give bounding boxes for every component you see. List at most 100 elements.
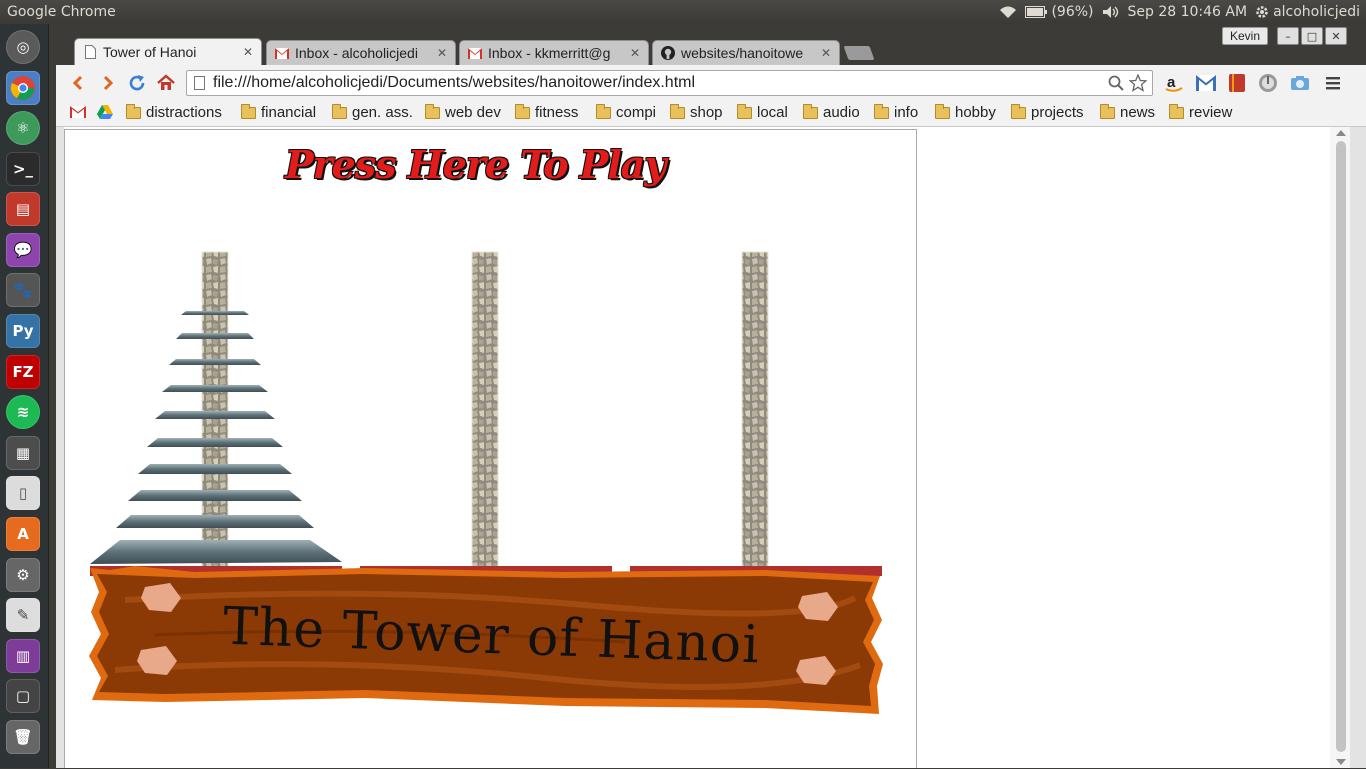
folder-icon [332, 103, 347, 119]
bookmark-folder[interactable]: web dev [425, 103, 501, 121]
wifi-icon[interactable] [999, 5, 1017, 19]
folder-icon [874, 103, 889, 119]
launcher: ◎ ⚛ >_ ▤ 💬 🐾 Py FZ ≋ ▦ ▯ A ⚙ ✎ ▥ ▢ 🗑 [0, 24, 49, 768]
scroll-down-arrow-icon[interactable] [1336, 759, 1346, 765]
bookmark-folder[interactable]: projects [1011, 103, 1084, 121]
window-icon[interactable]: ▢ [6, 679, 40, 713]
spotify-icon[interactable]: ≋ [6, 395, 40, 429]
bookmark-label: distractions [146, 104, 222, 121]
bookmark-folder[interactable]: audio [803, 103, 860, 121]
terminal-icon[interactable]: >_ [6, 152, 40, 186]
scroll-up-arrow-icon[interactable] [1336, 130, 1346, 136]
bookmark-folder[interactable]: distractions [126, 103, 222, 121]
bookmark-label: fitness [535, 104, 579, 121]
python-icon[interactable]: Py [6, 314, 40, 348]
bookmark-label: gen. ass. [352, 104, 413, 121]
clock[interactable]: Sep 28 10:46 AM [1128, 0, 1248, 24]
github-icon [661, 46, 675, 60]
svg-text:a: a [1167, 74, 1176, 91]
bookmark-folder[interactable]: financial [241, 103, 316, 121]
close-tab-icon[interactable]: ✕ [241, 45, 255, 59]
document-icon[interactable]: ▯ [6, 476, 40, 510]
folder-icon [1100, 103, 1115, 119]
close-tab-icon[interactable]: ✕ [819, 46, 833, 60]
files-icon[interactable]: ▤ [6, 192, 40, 226]
new-tab-button[interactable] [843, 46, 875, 60]
tab-inbox-kkmerritt[interactable]: Inbox - kkmerritt@g ✕ [459, 40, 649, 65]
volume-icon[interactable] [1102, 5, 1120, 19]
disk [181, 311, 249, 315]
disk [128, 490, 302, 501]
trash-icon[interactable]: 🗑 [6, 720, 40, 754]
atom-icon[interactable]: ⚛ [6, 111, 40, 145]
forward-arrow-icon[interactable] [97, 72, 119, 94]
tab-github-hanoitower[interactable]: websites/hanoitowe ✕ [652, 40, 840, 65]
folder-icon [670, 103, 685, 119]
search-icon[interactable] [1108, 75, 1124, 96]
bookmark-label: web dev [445, 104, 501, 121]
drive-bookmark-icon[interactable] [97, 105, 113, 119]
system-settings-icon[interactable]: ⚙ [6, 558, 40, 592]
tab-title: Tower of Hanoi [103, 44, 197, 60]
software-center-icon[interactable]: A [6, 517, 40, 551]
page-icon [83, 45, 97, 59]
tab-title: Inbox - alcoholicjedi [295, 45, 418, 61]
folder-icon [126, 103, 141, 119]
bookmark-folder[interactable]: shop [670, 103, 723, 121]
power-extension-icon[interactable] [1257, 72, 1279, 94]
chromium-icon[interactable] [6, 71, 40, 105]
bookmark-folder[interactable]: gen. ass. [332, 103, 413, 121]
browser-toolbar: file:///home/alcoholicjedi/Documents/web… [56, 65, 1366, 101]
reload-icon[interactable] [126, 72, 148, 94]
disk [169, 359, 261, 365]
address-bar[interactable]: file:///home/alcoholicjedi/Documents/web… [186, 70, 1153, 96]
pocket-extension-icon[interactable] [1226, 72, 1248, 94]
folder-icon [425, 103, 440, 119]
bookmark-label: info [894, 104, 919, 121]
peg-middle[interactable] [471, 251, 499, 571]
gmail-icon [468, 46, 482, 60]
filezilla-icon[interactable]: FZ [6, 355, 40, 389]
close-tab-icon[interactable]: ✕ [628, 46, 642, 60]
text-editor-icon[interactable]: ✎ [6, 598, 40, 632]
scrollbar-thumb[interactable] [1336, 141, 1346, 752]
bookmark-star-icon[interactable] [1128, 73, 1148, 97]
disk [138, 464, 292, 474]
page-icon [194, 76, 205, 90]
folder-icon [1169, 103, 1184, 119]
bookmark-folder[interactable]: fitness [515, 103, 579, 121]
session-menu[interactable]: alcoholicjedi [1255, 0, 1360, 24]
camera-extension-icon[interactable] [1289, 72, 1311, 94]
bookmark-folder[interactable]: info [874, 103, 919, 121]
bookmark-label: compi [616, 104, 657, 121]
bookmark-folder[interactable]: hobby [935, 103, 996, 121]
amazon-extension-icon[interactable]: a [1163, 72, 1185, 94]
bookmark-label: shop [690, 104, 723, 121]
menu-icon[interactable] [1322, 72, 1344, 94]
bookmark-folder[interactable]: news [1100, 103, 1155, 121]
gmail-bookmark-icon[interactable] [70, 106, 86, 118]
disk [116, 515, 314, 528]
tab-inbox-alcoholicjedi[interactable]: Inbox - alcoholicjedi ✕ [266, 40, 456, 65]
close-tab-icon[interactable]: ✕ [435, 46, 449, 60]
bookmark-folder[interactable]: review [1169, 103, 1232, 121]
workspaces-icon[interactable]: ▥ [6, 639, 40, 673]
play-button[interactable]: Press Here To Play [285, 142, 666, 187]
folder-icon [1011, 103, 1026, 119]
dash-home-icon[interactable]: ◎ [6, 30, 40, 64]
bookmark-folder[interactable]: local [737, 103, 788, 121]
battery-indicator[interactable]: (96%) [1025, 0, 1094, 24]
vertical-scrollbar[interactable] [1330, 127, 1350, 768]
tab-tower-of-hanoi[interactable]: Tower of Hanoi ✕ [74, 38, 262, 65]
game-area: Press Here To Play The Tower of Hanoi [64, 129, 917, 768]
messaging-icon[interactable]: 💬 [6, 233, 40, 267]
game-board [89, 251, 883, 714]
peg-right[interactable] [741, 251, 769, 571]
back-arrow-icon[interactable] [67, 72, 89, 94]
calculator-icon[interactable]: ▦ [6, 436, 40, 470]
bookmark-folder[interactable]: compi [596, 103, 657, 121]
gimp-icon[interactable]: 🐾 [6, 273, 40, 307]
home-icon[interactable] [155, 72, 177, 94]
battery-percent: (96%) [1051, 4, 1094, 20]
gmail-extension-icon[interactable] [1195, 72, 1217, 94]
